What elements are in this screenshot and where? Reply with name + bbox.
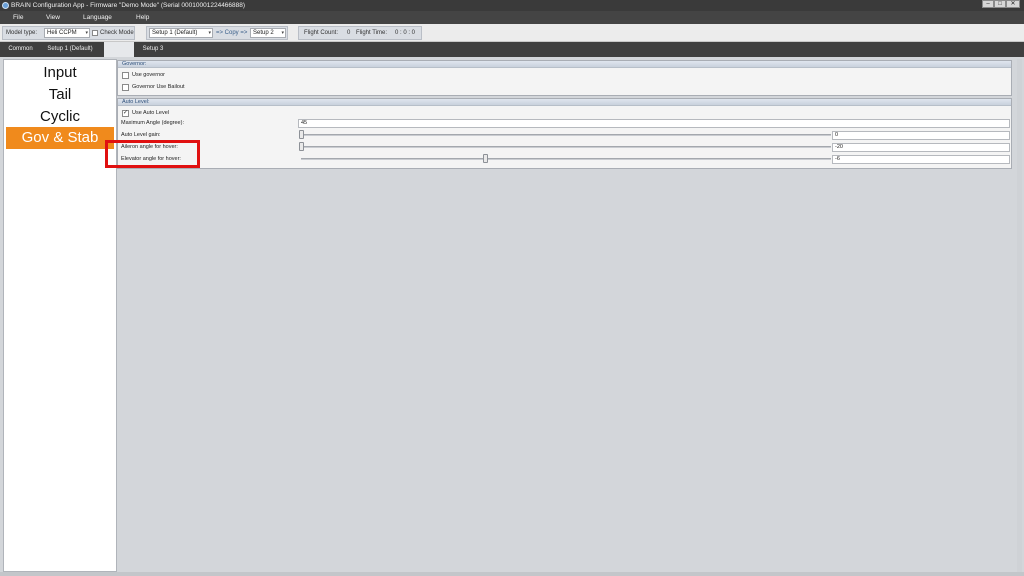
main-panel: Governor: Use governor Governor Use Bail… xyxy=(117,59,1017,572)
copy-button[interactable]: => Copy => xyxy=(216,30,247,36)
window-title: BRAIN Configuration App - Firmware "Demo… xyxy=(11,2,246,9)
model-type-label: Model type: xyxy=(6,30,38,36)
status-strip xyxy=(0,572,1024,576)
vertical-scrollbar[interactable] xyxy=(1017,59,1022,572)
app-icon xyxy=(2,2,9,9)
chevron-down-icon: ▾ xyxy=(281,30,284,36)
use-auto-level-label: Use Auto Level xyxy=(132,110,169,116)
highlight-box xyxy=(105,140,200,168)
nav-item-input[interactable]: Input xyxy=(4,62,116,84)
elevator-row: Elevator angle for hover: -6 xyxy=(118,154,1011,165)
elevator-slider-thumb[interactable] xyxy=(483,154,488,163)
close-button[interactable]: ✕ xyxy=(1006,0,1020,8)
use-auto-level-checkbox[interactable]: ✓ xyxy=(122,110,129,117)
chevron-down-icon: ▾ xyxy=(208,30,211,36)
gain-slider-track[interactable] xyxy=(301,134,831,136)
nav-item-tail[interactable]: Tail xyxy=(4,84,116,106)
check-mode-checkbox[interactable] xyxy=(92,30,98,36)
flight-time-value: 0 : 0 : 0 xyxy=(395,30,416,36)
menu-language[interactable]: Language xyxy=(83,14,112,21)
left-nav: Input Tail Cyclic Gov & Stab xyxy=(3,59,117,572)
use-bailout-checkbox[interactable] xyxy=(122,84,129,91)
use-bailout-label: Governor Use Bailout xyxy=(132,84,185,90)
flight-info-group: Flight Count: 0 Flight Time: 0 : 0 : 0 xyxy=(298,26,422,40)
aileron-slider-thumb[interactable] xyxy=(299,142,304,151)
setup-to-value: Setup 2 xyxy=(253,30,274,36)
gain-slider-thumb[interactable] xyxy=(299,130,304,139)
menu-help[interactable]: Help xyxy=(136,14,149,21)
maximize-button[interactable]: □ xyxy=(994,0,1006,8)
gain-input[interactable]: 0 xyxy=(832,131,1010,140)
use-bailout-row: Governor Use Bailout xyxy=(118,82,1011,93)
title-bar: BRAIN Configuration App - Firmware "Demo… xyxy=(0,0,1024,11)
use-governor-label: Use governor xyxy=(132,72,166,78)
setup-to-select[interactable]: Setup 2 ▾ xyxy=(250,28,286,38)
elevator-slider-track[interactable] xyxy=(301,158,831,160)
max-angle-label: Maximum Angle (degree): xyxy=(121,120,184,126)
nav-item-cyclic[interactable]: Cyclic xyxy=(4,106,116,128)
use-governor-row: Use governor xyxy=(118,70,1011,81)
menu-bar: File View Language Help xyxy=(0,11,1024,24)
model-type-group: Model type: Heli CCPM ▾ Check Mode xyxy=(2,26,135,40)
checkmark-icon: ✓ xyxy=(123,110,129,116)
setup-from-select[interactable]: Setup 1 (Default) ▾ xyxy=(149,28,213,38)
chevron-down-icon: ▾ xyxy=(85,30,88,36)
gain-row: Auto Level gain: 0 xyxy=(118,130,1011,141)
setup-tabs: Common Setup 1 (Default) Setup 2 Setup 3 xyxy=(0,42,1024,57)
aileron-input[interactable]: -20 xyxy=(832,143,1010,152)
check-mode-label: Check Mode xyxy=(100,30,134,36)
tab-setup-2[interactable]: Setup 2 xyxy=(104,42,134,57)
copy-setup-group: Setup 1 (Default) ▾ => Copy => Setup 2 ▾ xyxy=(146,26,288,40)
auto-level-header: Auto Level: xyxy=(118,99,1011,106)
aileron-row: Aileron angle for hover: -20 xyxy=(118,142,1011,153)
use-governor-checkbox[interactable] xyxy=(122,72,129,79)
tab-common[interactable]: Common xyxy=(4,42,37,57)
window-controls: – □ ✕ xyxy=(982,0,1020,8)
menu-view[interactable]: View xyxy=(46,14,60,21)
max-angle-row: Maximum Angle (degree): 45 xyxy=(118,118,1011,129)
max-angle-input[interactable]: 45 xyxy=(298,119,1010,128)
flight-time-label: Flight Time: xyxy=(356,30,388,36)
model-type-value: Heli CCPM xyxy=(47,30,77,36)
tab-setup-1[interactable]: Setup 1 (Default) xyxy=(41,42,99,57)
nav-item-gov-stab[interactable]: Gov & Stab xyxy=(6,127,114,149)
flight-count-label: Flight Count: xyxy=(304,30,339,36)
menu-file[interactable]: File xyxy=(13,14,23,21)
gain-label: Auto Level gain: xyxy=(121,132,161,138)
tab-setup-3[interactable]: Setup 3 xyxy=(138,42,168,57)
flight-count-value: 0 xyxy=(347,30,351,36)
minimize-button[interactable]: – xyxy=(982,0,994,8)
auto-level-group: Auto Level: ✓ Use Auto Level Maximum Ang… xyxy=(117,98,1012,169)
setup-from-value: Setup 1 (Default) xyxy=(152,30,198,36)
toolbar: Model type: Heli CCPM ▾ Check Mode Setup… xyxy=(0,24,1024,42)
elevator-input[interactable]: -6 xyxy=(832,155,1010,164)
model-type-select[interactable]: Heli CCPM ▾ xyxy=(44,28,90,38)
governor-header: Governor: xyxy=(118,61,1011,68)
governor-group: Governor: Use governor Governor Use Bail… xyxy=(117,60,1012,96)
aileron-slider-track[interactable] xyxy=(301,146,831,148)
